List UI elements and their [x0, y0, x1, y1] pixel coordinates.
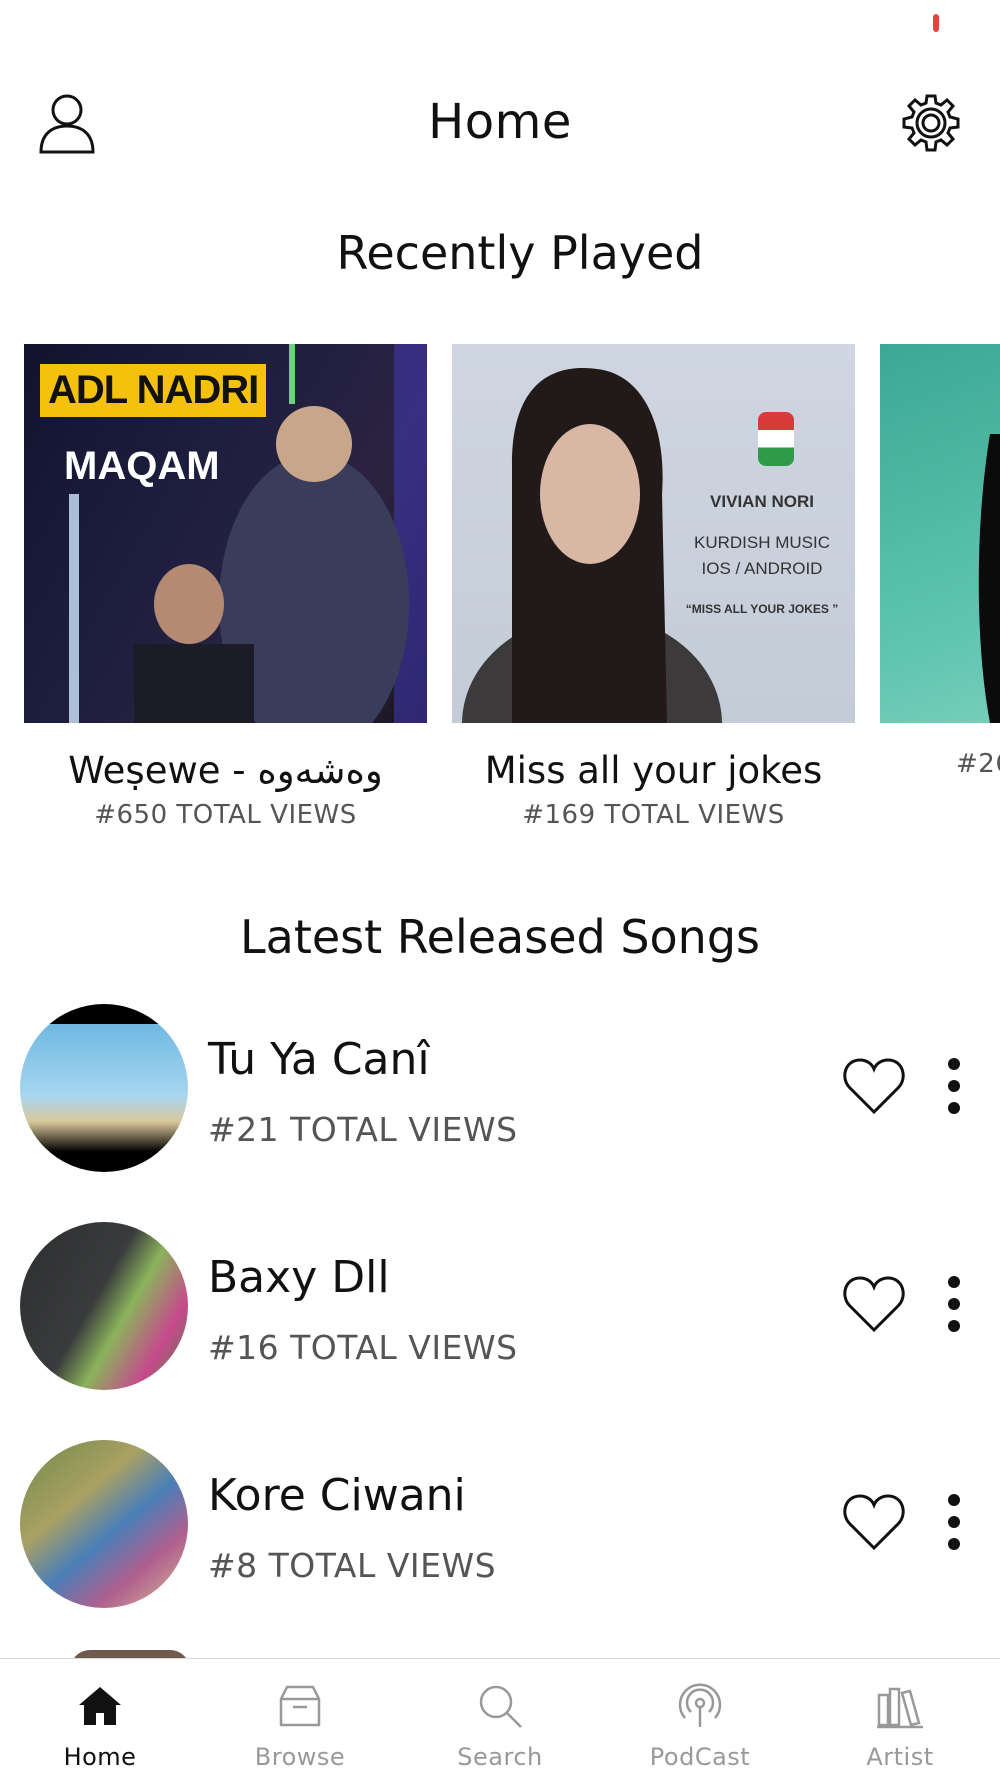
art-text: VIVIAN NORI KURDISH MUSIC IOS / ANDROID …: [677, 492, 847, 616]
heart-icon[interactable]: [842, 1492, 906, 1552]
song-name: Miss all your jokes: [484, 749, 823, 792]
album-art: [880, 344, 1000, 723]
podcast-icon: [678, 1683, 722, 1727]
list-item[interactable]: Baxy Dll #16 TOTAL VIEWS: [0, 1222, 1000, 1392]
browse-icon: [279, 1685, 321, 1727]
song-thumbnail: [20, 1440, 188, 1608]
nav-label: Search: [457, 1743, 543, 1771]
album-art-figures: [978, 434, 1000, 723]
more-options-icon[interactable]: [940, 1056, 968, 1116]
song-name: Weṣewe - وەشەوە: [68, 749, 383, 792]
recently-played-carousel[interactable]: ADL NADRI MAQAM Weṣewe - وەشەوە #650 TOT…: [0, 344, 1000, 844]
song-views: #21 TOTAL VIEWS: [208, 1110, 518, 1149]
search-icon: [479, 1685, 522, 1728]
song-views: #8 TOTAL VIEWS: [208, 1546, 497, 1585]
recent-card[interactable]: #26: [880, 344, 1000, 779]
art-line-1: KURDISH MUSIC: [693, 533, 830, 552]
recently-played-title: Recently Played: [336, 226, 704, 280]
list-item[interactable]: Tu Ya Canî #21 TOTAL VIEWS: [0, 1004, 1000, 1174]
song-views: #169 TOTAL VIEWS: [522, 800, 785, 830]
song-views: #16 TOTAL VIEWS: [208, 1328, 518, 1367]
heart-icon[interactable]: [842, 1274, 906, 1334]
more-options-icon[interactable]: [940, 1274, 968, 1334]
recent-card[interactable]: VIVIAN NORI KURDISH MUSIC IOS / ANDROID …: [452, 344, 855, 830]
nav-artist[interactable]: Artist: [800, 1659, 1000, 1779]
artist-icon: [877, 1687, 923, 1729]
song-title: Tu Ya Canî: [208, 1034, 430, 1085]
gear-icon[interactable]: [900, 92, 962, 154]
art-quote: “MISS ALL YOUR JOKES ”: [685, 602, 839, 616]
status-indicator: [933, 14, 939, 32]
nav-label: Artist: [866, 1743, 934, 1771]
nav-home[interactable]: Home: [0, 1659, 200, 1779]
more-options-icon[interactable]: [940, 1492, 968, 1552]
nav-browse[interactable]: Browse: [200, 1659, 400, 1779]
song-thumbnail: [20, 1004, 188, 1172]
song-thumbnail: [20, 1222, 188, 1390]
heart-icon[interactable]: [842, 1056, 906, 1116]
header: Home: [0, 80, 1000, 170]
latest-songs-title: Latest Released Songs: [240, 910, 760, 964]
song-views: #650 TOTAL VIEWS: [94, 800, 357, 830]
art-subtitle: MAQAM: [64, 444, 220, 488]
song-title: Baxy Dll: [208, 1252, 390, 1303]
home-icon: [79, 1687, 121, 1725]
recent-card[interactable]: ADL NADRI MAQAM Weṣewe - وەشەوە #650 TOT…: [24, 344, 427, 830]
page-title: Home: [428, 94, 572, 150]
album-art: ADL NADRI MAQAM: [24, 344, 427, 723]
app-logo-icon: [758, 412, 794, 466]
song-title: Kore Ciwani: [208, 1470, 466, 1521]
nav-search[interactable]: Search: [400, 1659, 600, 1779]
song-views: #26: [956, 749, 1000, 779]
art-artist: VIVIAN NORI: [710, 492, 814, 511]
nav-label: PodCast: [649, 1743, 751, 1771]
nav-label: Browse: [254, 1743, 346, 1771]
bottom-nav: Home Browse Search PodCast Artist: [0, 1658, 1000, 1779]
album-art: VIVIAN NORI KURDISH MUSIC IOS / ANDROID …: [452, 344, 855, 723]
art-line-2: IOS / ANDROID: [701, 559, 823, 578]
nav-podcast[interactable]: PodCast: [600, 1659, 800, 1779]
art-tag: ADL NADRI: [40, 364, 267, 417]
list-item[interactable]: Kore Ciwani #8 TOTAL VIEWS: [0, 1440, 1000, 1610]
nav-label: Home: [63, 1743, 137, 1771]
